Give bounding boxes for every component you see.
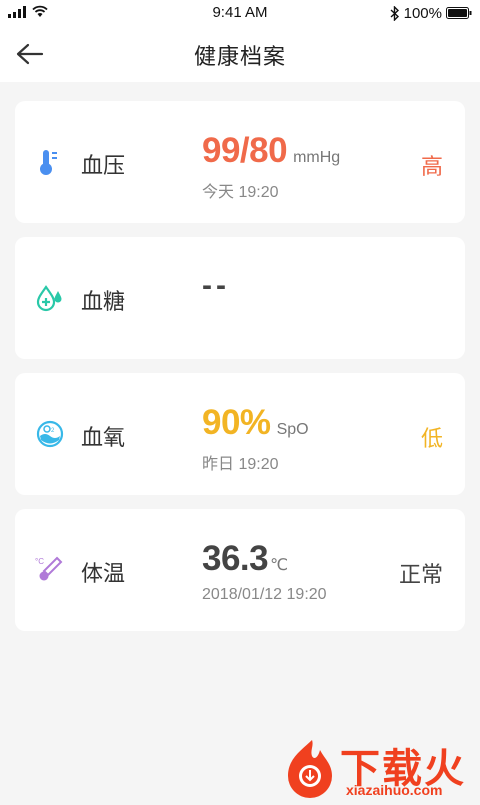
battery-percent: 100% [403, 4, 442, 22]
watermark: 下载火 xiazaihuo.com [282, 736, 480, 800]
blood-sugar-value: -- [202, 269, 230, 302]
measure-time: 昨日 19:20 [202, 456, 279, 473]
blood-oxygen-value: 90% [202, 403, 271, 442]
nav-bar: 健康档案 [0, 26, 480, 82]
card-label: 血氧 [81, 425, 126, 450]
body-temperature-card[interactable]: °C 体温 36.3 ℃ 2018/01/12 19:20 正常 [15, 509, 465, 631]
measure-time: 2018/01/12 19:20 [202, 586, 327, 603]
blood-pressure-value: 99/80 [202, 131, 288, 170]
oxygen-icon: 2 [36, 420, 64, 448]
status-bar: 9:41 AM 100% [0, 0, 480, 26]
svg-text:2: 2 [51, 428, 55, 434]
value-unit: mmHg [293, 149, 341, 166]
measure-time: 今天 19:20 [202, 184, 279, 201]
battery-icon [446, 7, 472, 19]
flame-logo-icon [288, 740, 332, 798]
value-unit: SpO [276, 421, 309, 438]
status-badge: 低 [420, 426, 443, 451]
blood-sugar-card[interactable]: 血糖 -- [15, 237, 465, 359]
status-badge: 高 [420, 154, 443, 179]
watermark-url: xiazaihuo.com [346, 782, 443, 798]
value-unit: ℃ [270, 557, 289, 574]
blood-oxygen-card[interactable]: 2 血氧 90% SpO 昨日 19:20 低 [15, 373, 465, 495]
card-label: 体温 [81, 561, 126, 586]
status-badge: 正常 [398, 562, 443, 587]
water-drop-icon [36, 285, 62, 312]
body-temperature-value: 36.3 [202, 539, 269, 578]
card-label: 血压 [81, 153, 126, 178]
svg-text:°C: °C [35, 557, 44, 566]
page-title: 健康档案 [193, 44, 286, 69]
temperature-icon: °C [35, 556, 63, 581]
bluetooth-icon [390, 5, 399, 21]
blood-pressure-card[interactable]: 血压 99/80 mmHg 今天 19:20 高 [15, 101, 465, 223]
thermometer-icon [40, 150, 57, 175]
card-label: 血糖 [81, 289, 126, 314]
